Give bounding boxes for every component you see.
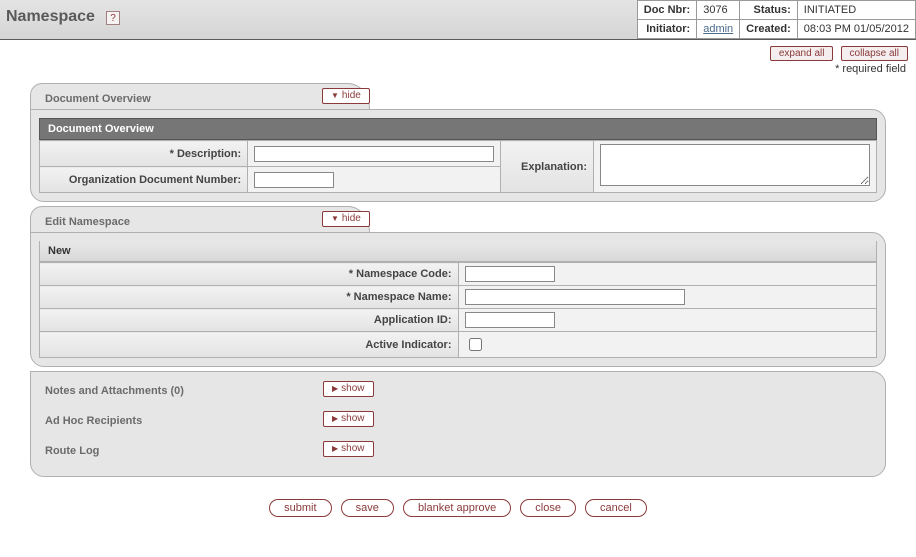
description-label: Description:: [177, 148, 241, 160]
tab-title-document-overview: Document Overview: [45, 93, 151, 105]
collapse-all-button[interactable]: collapse all: [841, 46, 908, 61]
submit-button[interactable]: submit: [269, 499, 331, 517]
description-input[interactable]: [254, 146, 494, 162]
section-bar-new: New: [39, 241, 877, 262]
hide-button-document-overview[interactable]: ▼hide: [322, 88, 370, 104]
initiator-link[interactable]: admin: [703, 23, 733, 35]
status-value: INITIATED: [797, 1, 915, 20]
tab-title-notes: Notes and Attachments (0): [45, 385, 184, 397]
help-icon[interactable]: ?: [106, 11, 120, 25]
edit-namespace-grid: * Namespace Code: * Namespace Name: Appl…: [39, 262, 877, 358]
action-buttons: submit save blanket approve close cancel: [30, 487, 886, 537]
created-label: Created:: [740, 20, 798, 39]
cancel-button[interactable]: cancel: [585, 499, 647, 517]
section-bar-document-overview: Document Overview: [39, 118, 877, 140]
tab-edit-namespace: Edit Namespace ▼hide New * Namespace Cod…: [30, 206, 886, 367]
namespace-code-label: Namespace Code:: [356, 268, 451, 280]
tab-title-edit-namespace: Edit Namespace: [45, 216, 130, 228]
initiator-label: Initiator:: [637, 20, 696, 39]
explanation-textarea[interactable]: [600, 144, 870, 186]
chevron-down-icon: ▼: [331, 89, 339, 103]
chevron-right-icon: ▶: [332, 412, 338, 426]
doc-nbr-value: 3076: [697, 1, 740, 20]
tab-title-routelog: Route Log: [45, 445, 99, 457]
namespace-code-input[interactable]: [465, 266, 555, 282]
show-button-routelog[interactable]: ▶show: [323, 441, 374, 457]
required-field-note: * required field: [0, 61, 916, 83]
blanket-approve-button[interactable]: blanket approve: [403, 499, 511, 517]
application-id-input[interactable]: [465, 312, 555, 328]
save-button[interactable]: save: [341, 499, 394, 517]
application-id-label: Application ID:: [374, 314, 452, 326]
org-doc-num-label: Organization Document Number:: [69, 174, 241, 186]
created-value: 08:03 PM 01/05/2012: [797, 20, 915, 39]
collapsed-tab-group: Notes and Attachments (0) ▶show Ad Hoc R…: [30, 371, 886, 477]
status-label: Status:: [740, 1, 798, 20]
doc-info-table: Doc Nbr: 3076 Status: INITIATED Initiato…: [637, 0, 916, 39]
chevron-right-icon: ▶: [332, 442, 338, 456]
show-button-notes[interactable]: ▶show: [323, 381, 374, 397]
org-doc-num-input[interactable]: [254, 172, 334, 188]
document-overview-grid: * Description: Explanation: Organization…: [39, 140, 877, 193]
chevron-down-icon: ▼: [331, 212, 339, 226]
tab-title-adhoc: Ad Hoc Recipients: [45, 415, 142, 427]
close-button[interactable]: close: [520, 499, 576, 517]
show-button-adhoc[interactable]: ▶show: [323, 411, 374, 427]
doc-nbr-label: Doc Nbr:: [637, 1, 696, 20]
explanation-label: Explanation:: [521, 161, 587, 173]
chevron-right-icon: ▶: [332, 382, 338, 396]
header-bar: Namespace ? Doc Nbr: 3076 Status: INITIA…: [0, 0, 916, 40]
namespace-name-input[interactable]: [465, 289, 685, 305]
active-indicator-label: Active Indicator:: [365, 339, 451, 351]
expand-all-button[interactable]: expand all: [770, 46, 834, 61]
active-indicator-checkbox[interactable]: [469, 338, 482, 351]
hide-button-edit-namespace[interactable]: ▼hide: [322, 211, 370, 227]
namespace-name-label: Namespace Name:: [354, 291, 452, 303]
tab-document-overview: Document Overview ▼hide Document Overvie…: [30, 83, 886, 202]
page-title: Namespace: [6, 8, 95, 26]
